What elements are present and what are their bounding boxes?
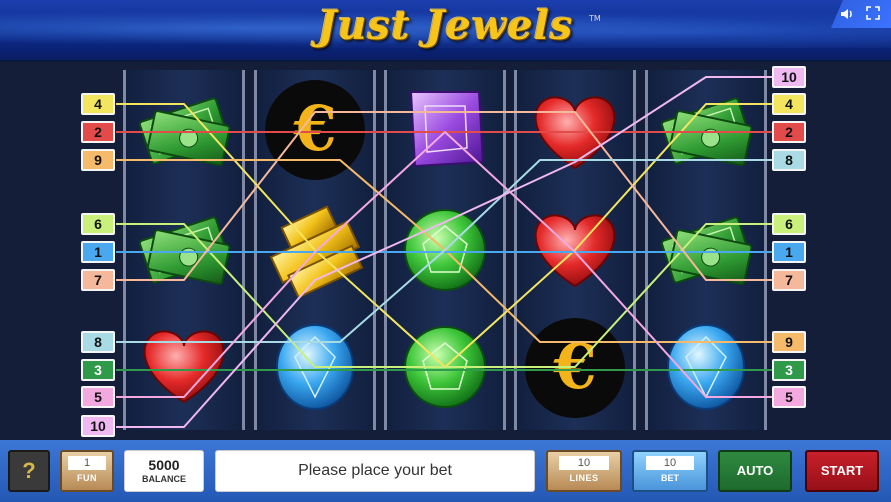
payline-marker-right[interactable]: 8 <box>772 149 806 171</box>
symbol-money <box>138 216 231 286</box>
trademark: TM <box>589 14 601 23</box>
help-button[interactable]: ? <box>8 450 50 492</box>
symbol-money <box>660 216 753 286</box>
payline-marker-left[interactable]: 2 <box>81 121 115 143</box>
balance-value: 5000 <box>148 457 180 473</box>
payline-marker-left[interactable]: 10 <box>81 415 115 437</box>
payline-marker-left[interactable]: 6 <box>81 213 115 235</box>
payline-marker-left[interactable]: 3 <box>81 359 115 381</box>
control-bar: ? 1 FUN 5000 BALANCE Please place your b… <box>0 440 891 502</box>
payline-marker-right[interactable]: 4 <box>772 93 806 115</box>
lines-button[interactable]: 10 LINES <box>546 450 622 492</box>
payline-marker-right[interactable]: 9 <box>772 331 806 353</box>
symbols-and-paylines: € € <box>116 76 772 428</box>
fun-value: 1 <box>68 456 106 470</box>
payline-marker-left[interactable]: 5 <box>81 386 115 408</box>
payline-marker-left[interactable]: 1 <box>81 241 115 263</box>
payline-marker-left[interactable]: 4 <box>81 93 115 115</box>
payline-marker-right[interactable]: 6 <box>772 213 806 235</box>
payline-marker-right[interactable]: 7 <box>772 269 806 291</box>
payline-marker-left[interactable]: 9 <box>81 149 115 171</box>
game-title: Just Jewels <box>317 2 574 49</box>
payline-marker-right[interactable]: 5 <box>772 386 806 408</box>
payline-marker-left[interactable]: 7 <box>81 269 115 291</box>
bet-label: BET <box>661 473 679 483</box>
game-header: Just Jewels TM <box>0 0 891 60</box>
balance-label: BALANCE <box>142 474 186 484</box>
lines-label: LINES <box>569 473 599 483</box>
balance-display: 5000 BALANCE <box>124 450 204 492</box>
bet-button[interactable]: 10 BET <box>632 450 708 492</box>
svg-text:€: € <box>292 92 336 165</box>
payline-marker-right[interactable]: 1 <box>772 241 806 263</box>
symbol-euro: € <box>265 80 365 180</box>
lines-value: 10 <box>559 456 609 470</box>
payline-marker-right[interactable]: 3 <box>772 359 806 381</box>
symbol-amethyst <box>409 91 485 168</box>
bet-value: 10 <box>646 456 694 470</box>
fullscreen-icon[interactable] <box>864 6 882 24</box>
speaker-icon[interactable] <box>838 6 856 24</box>
payline-marker-left[interactable]: 8 <box>81 331 115 353</box>
fun-label: FUN <box>77 473 97 483</box>
fun-button[interactable]: 1 FUN <box>60 450 114 492</box>
payline-marker-right[interactable]: 10 <box>772 66 806 88</box>
payline-marker-right[interactable]: 2 <box>772 121 806 143</box>
auto-button[interactable]: AUTO <box>718 450 792 492</box>
message-display: Please place your bet <box>215 450 535 492</box>
reel-stage: € € 4 2 9 6 1 7 8 3 5 10 10 4 2 8 6 1 7 … <box>0 62 891 440</box>
start-button[interactable]: START <box>805 450 879 492</box>
